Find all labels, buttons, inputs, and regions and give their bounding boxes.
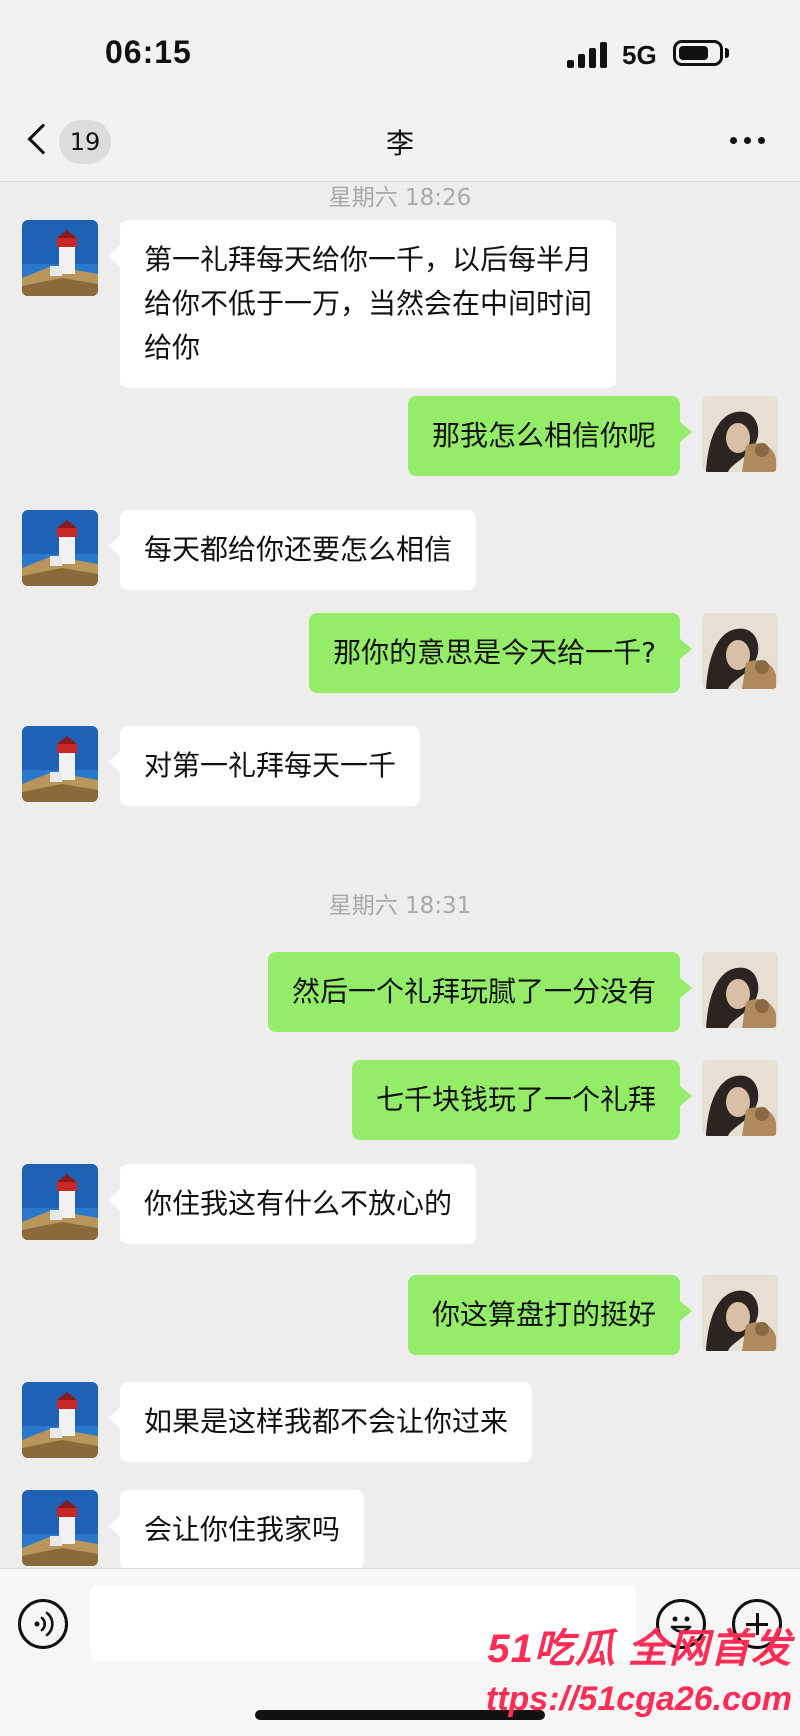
battery-tip [725, 48, 729, 58]
user-avatar-image [702, 613, 778, 689]
message-bubble-incoming[interactable]: 如果是这样我都不会让你过来 [107, 1382, 533, 1462]
contact-avatar[interactable] [22, 1164, 98, 1240]
user-avatar-image [702, 1275, 778, 1351]
user-avatar-image [702, 396, 778, 472]
status-bar: 06:15 5G [0, 0, 800, 100]
chat-header: 19 李 [0, 100, 800, 182]
contact-avatar[interactable] [22, 510, 98, 586]
message-bubble-incoming[interactable]: 你住我这有什么不放心的 [107, 1164, 477, 1244]
network-label: 5G [622, 40, 657, 70]
user-avatar[interactable] [702, 1275, 778, 1351]
user-avatar[interactable] [702, 952, 778, 1028]
more-icon[interactable] [728, 128, 768, 152]
user-avatar[interactable] [702, 613, 778, 689]
lighthouse-avatar-image [22, 726, 98, 802]
lighthouse-avatar-image [22, 220, 98, 296]
message-bubble-incoming[interactable]: 会让你住我家吗 [107, 1490, 365, 1570]
battery-icon [673, 40, 723, 66]
emoji-icon [670, 1616, 692, 1633]
contact-avatar[interactable] [22, 1490, 98, 1566]
contact-avatar[interactable] [22, 726, 98, 802]
user-avatar[interactable] [702, 396, 778, 472]
chat-title: 李 [385, 127, 414, 160]
message-timestamp: 星期六 18:26 [328, 185, 472, 211]
user-avatar-image [702, 1060, 778, 1136]
message-list[interactable]: 星期六 18:26 第一礼拜每天给你一千，以后每半月 给你不低于一万，当然会在中… [0, 182, 800, 1570]
message-bubble-outgoing[interactable]: 你这算盘打的挺好 [407, 1275, 693, 1355]
signal-icon [567, 40, 609, 68]
lighthouse-avatar-image [22, 510, 98, 586]
status-time: 06:15 [105, 34, 192, 70]
lighthouse-avatar-image [22, 1382, 98, 1458]
voice-button[interactable] [18, 1599, 68, 1649]
home-indicator [255, 1710, 545, 1720]
contact-avatar[interactable] [22, 1382, 98, 1458]
message-bubble-outgoing[interactable]: 然后一个礼拜玩腻了一分没有 [267, 952, 693, 1032]
message-bubble-outgoing[interactable]: 那你的意思是今天给一千? [309, 613, 692, 693]
user-avatar-image [702, 952, 778, 1028]
message-bubble-outgoing[interactable]: 那我怎么相信你呢 [407, 396, 693, 476]
contact-avatar[interactable] [22, 220, 98, 296]
message-bubble-outgoing[interactable]: 七千块钱玩了一个礼拜 [351, 1060, 693, 1140]
lighthouse-avatar-image [22, 1490, 98, 1566]
message-bubble-incoming[interactable]: 对第一礼拜每天一千 [107, 726, 421, 806]
voice-icon [34, 1611, 54, 1637]
message-timestamp: 星期六 18:31 [328, 893, 472, 919]
emoji-button[interactable] [656, 1599, 706, 1649]
message-input[interactable] [90, 1585, 636, 1661]
user-avatar[interactable] [702, 1060, 778, 1136]
plus-icon[interactable] [732, 1599, 782, 1649]
message-bubble-incoming[interactable]: 第一礼拜每天给你一千，以后每半月 给你不低于一万，当然会在中间时间 给你 [107, 220, 617, 388]
message-bubble-incoming[interactable]: 每天都给你还要怎么相信 [107, 510, 477, 590]
lighthouse-avatar-image [22, 1164, 98, 1240]
